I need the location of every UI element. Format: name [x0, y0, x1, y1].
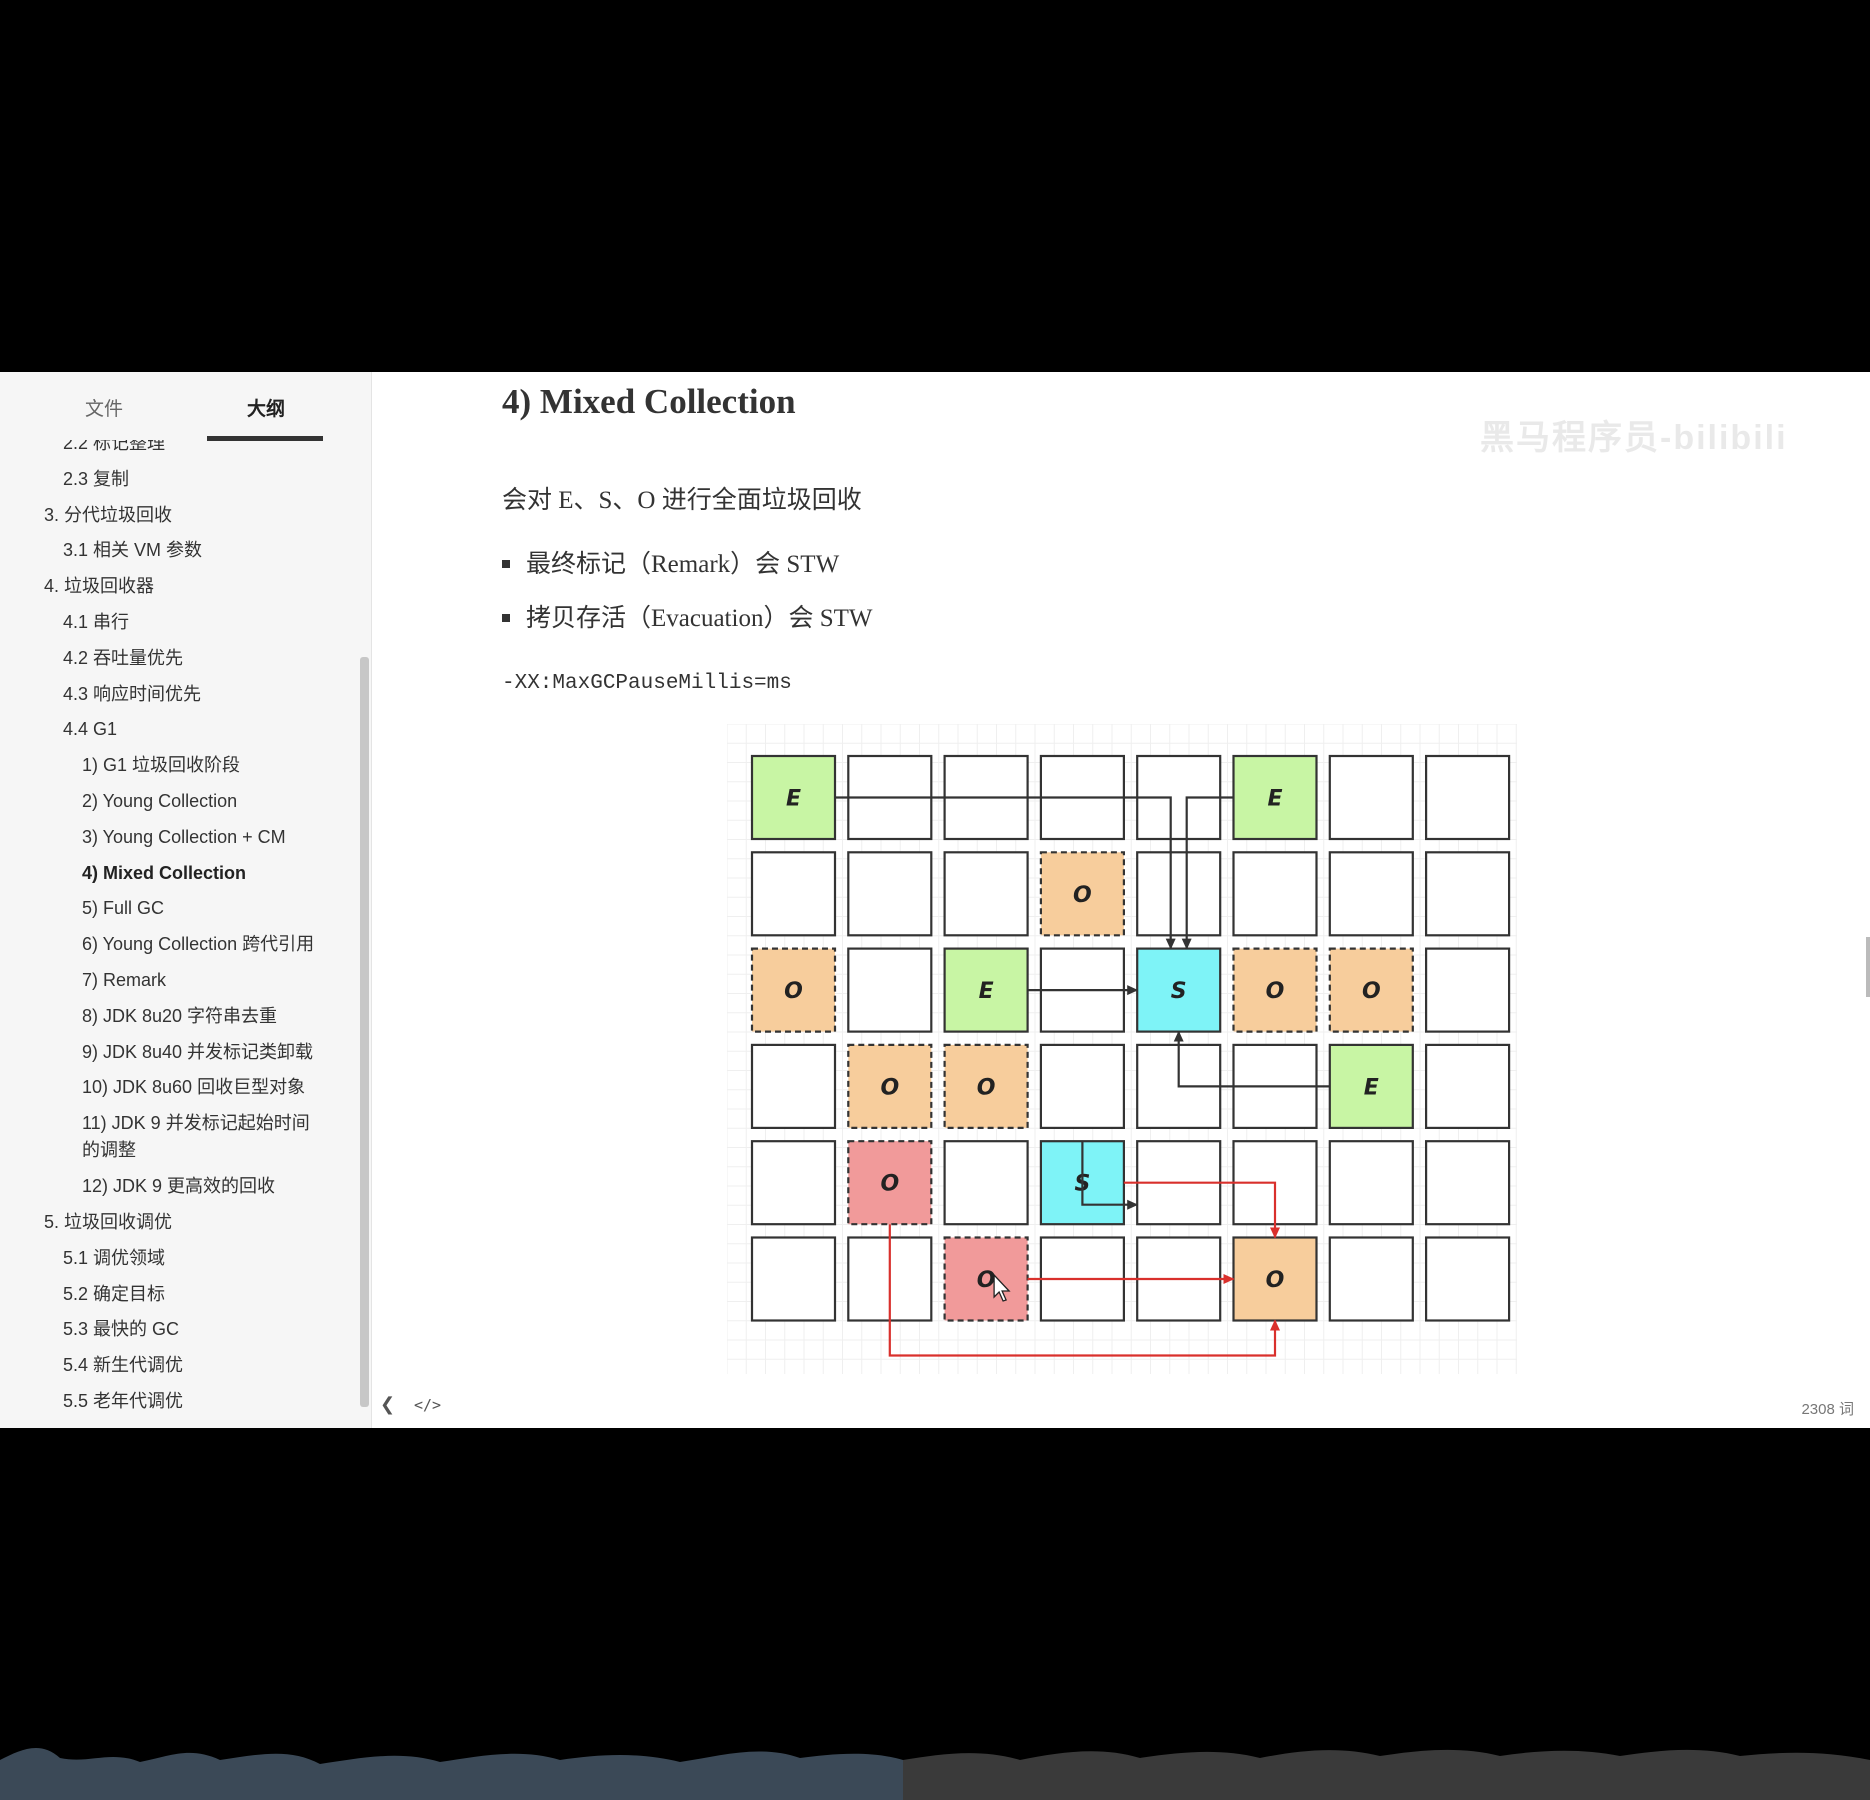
outline-item[interactable]: 4.3 响应时间优先 — [63, 681, 201, 708]
intro-paragraph: 会对 E、S、O 进行全面垃圾回收 — [502, 487, 862, 514]
region-empty — [750, 1140, 837, 1226]
outline-item[interactable]: 3.1 相关 VM 参数 — [63, 537, 202, 564]
region-label: O — [784, 979, 803, 1004]
chevron-left-icon[interactable]: ❮ — [380, 1394, 395, 1415]
outline-item[interactable]: 4) Mixed Collection — [82, 860, 246, 887]
outline-item[interactable]: 4. 垃圾回收器 — [44, 573, 154, 600]
content-scrollbar[interactable] — [1866, 937, 1870, 997]
editor-window: 文件 大纲 2.2 标记整理 2.3 复制 3. 分代垃圾回收 3.1 相关 VM 参… — [0, 372, 1870, 1428]
code-icon[interactable]: </> — [414, 1396, 441, 1414]
outline-list: 2.2 标记整理 2.3 复制 3. 分代垃圾回收 3.1 相关 VM 参数 4. 垃圾… — [0, 440, 360, 1420]
outline-item[interactable]: 5.3 最快的 GC — [63, 1316, 179, 1343]
section-heading: 4) Mixed Collection — [502, 382, 796, 421]
region-label: S — [1171, 979, 1187, 1004]
region-empty — [1424, 851, 1511, 937]
bullet-dot-icon — [502, 614, 510, 623]
outline-item[interactable]: 3) Young Collection + CM — [82, 824, 286, 851]
region-empty — [1328, 851, 1414, 937]
region-empty — [847, 851, 933, 937]
region-empty — [943, 851, 1029, 937]
outline-item[interactable]: 5. 垃圾回收调优 — [44, 1209, 172, 1236]
outline-item[interactable]: 1) G1 垃圾回收阶段 — [82, 752, 240, 779]
region-label: E — [979, 979, 994, 1004]
outline-item[interactable]: 2.2 标记整理 — [63, 440, 165, 457]
bullet-text: 最终标记（Remark）会 STW — [526, 551, 840, 578]
outline-item[interactable]: 4.2 吞吐量优先 — [63, 645, 183, 672]
outline-item[interactable]: 9) JDK 8u40 并发标记类卸载 — [82, 1039, 313, 1066]
outline-item[interactable]: 4.1 串行 — [63, 609, 129, 636]
outline-item[interactable]: 2) Young Collection — [82, 788, 237, 815]
outline-item[interactable]: 2.3 复制 — [63, 466, 129, 493]
region-empty — [1039, 1043, 1125, 1129]
outline-item[interactable]: 7) Remark — [82, 967, 166, 994]
region-empty — [1328, 754, 1414, 841]
document-content: 4) Mixed Collection 黑马程序员-bilibili 会对 E、… — [372, 372, 1870, 1428]
outline-item[interactable]: 5.2 确定目标 — [63, 1281, 165, 1308]
region-empty — [943, 1140, 1029, 1226]
region-empty — [1232, 851, 1318, 937]
region-label: E — [1364, 1075, 1379, 1100]
outline-item[interactable]: 的调整 — [82, 1137, 136, 1164]
region-empty — [1424, 1043, 1511, 1129]
outline-item[interactable]: 12) JDK 9 更高效的回收 — [82, 1173, 275, 1200]
region-label: O — [880, 1172, 899, 1197]
outline-item[interactable]: 5.4 新生代调优 — [63, 1352, 183, 1379]
outline-item[interactable]: 11) JDK 9 并发标记起始时间 — [82, 1110, 310, 1137]
sidebar-scrollbar[interactable] — [360, 657, 369, 1407]
outline-item[interactable]: 5) Full GC — [82, 895, 164, 922]
outline-item[interactable]: 3. 分代垃圾回收 — [44, 502, 172, 529]
outline-item[interactable]: 4.4 G1 — [63, 716, 117, 743]
bullet-text: 拷贝存活（Evacuation）会 STW — [526, 605, 873, 632]
region-empty — [1136, 851, 1222, 937]
region-empty — [1424, 1236, 1511, 1322]
watermark-logo: 黑马程序员-bilibili — [1480, 419, 1788, 457]
tab-outline[interactable]: 大纲 — [247, 394, 285, 421]
region-label: O — [880, 1075, 899, 1100]
region-label: O — [1362, 979, 1381, 1004]
region-label: E — [1267, 787, 1282, 812]
region-empty — [847, 947, 933, 1033]
outline-item[interactable]: 10) JDK 8u60 回收巨型对象 — [82, 1074, 305, 1101]
outline-item[interactable]: 8) JDK 8u20 字符串去重 — [82, 1003, 277, 1030]
tab-files[interactable]: 文件 — [85, 394, 123, 421]
code-line: -XX:MaxGCPauseMillis=ms — [502, 672, 792, 695]
region-empty — [750, 851, 837, 937]
bullet-item: 最终标记（Remark）会 STW — [502, 544, 839, 580]
bullet-dot-icon — [502, 560, 510, 569]
outline-item[interactable]: 5.1 调优领域 — [63, 1245, 165, 1272]
region-empty — [1328, 1140, 1414, 1226]
g1-region-diagram: E EOO E S O OO O EO SO O — [727, 724, 1517, 1374]
region-label: E — [786, 787, 801, 812]
word-count: 2308 词 — [1801, 1401, 1854, 1418]
video-progress-waveform[interactable] — [0, 1720, 1870, 1800]
sidebar: 文件 大纲 2.2 标记整理 2.3 复制 3. 分代垃圾回收 3.1 相关 VM 参… — [0, 372, 372, 1428]
region-label: O — [977, 1268, 996, 1293]
region-label: O — [1073, 883, 1092, 908]
outline-item[interactable]: 6) Young Collection 跨代引用 — [82, 931, 314, 958]
status-bar: ❮ </> 2308 词 — [372, 1382, 1870, 1428]
region-label: O — [977, 1075, 996, 1100]
region-label: O — [1266, 1268, 1285, 1293]
bullet-item: 拷贝存活（Evacuation）会 STW — [502, 598, 872, 634]
region-empty — [1424, 1140, 1511, 1226]
outline-item[interactable]: 5.5 老年代调优 — [63, 1388, 183, 1415]
region-empty — [750, 1236, 837, 1322]
sidebar-tabs: 文件 大纲 — [0, 372, 371, 442]
region-empty — [1424, 947, 1511, 1033]
region-label: O — [1266, 979, 1285, 1004]
region-empty — [1328, 1236, 1414, 1322]
region-empty — [1424, 754, 1511, 841]
region-empty — [750, 1043, 837, 1129]
